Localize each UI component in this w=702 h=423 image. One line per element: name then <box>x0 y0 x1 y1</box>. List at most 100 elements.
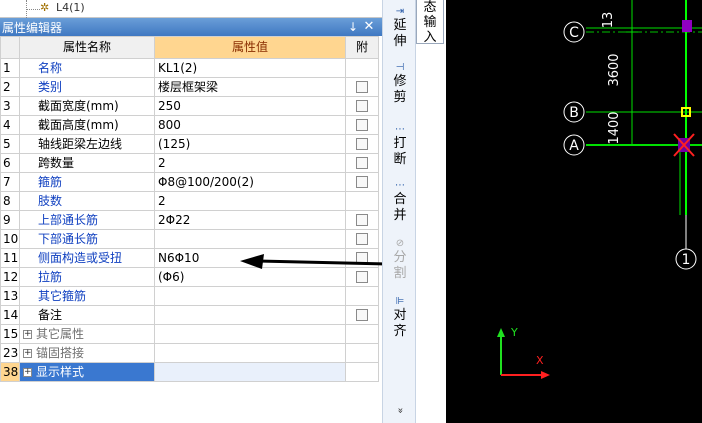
property-name[interactable]: 拉筋 <box>19 267 155 287</box>
row-number: 38 <box>0 362 20 382</box>
value-column-header[interactable]: 属性值 <box>154 36 346 59</box>
property-name-label: 备注 <box>38 307 63 322</box>
property-name[interactable]: 肢数 <box>19 191 155 211</box>
property-name[interactable]: 上部通长筋 <box>19 210 155 230</box>
row-number: 23 <box>0 343 20 363</box>
trim-button[interactable]: ⊣ 修剪 <box>385 62 415 106</box>
split-button[interactable]: ⊘ 分割 <box>385 238 415 282</box>
row-number: 7 <box>0 172 20 192</box>
property-value[interactable]: (125) <box>154 134 346 154</box>
property-value[interactable] <box>154 305 346 325</box>
property-row[interactable]: 10 下部通长筋 <box>0 229 379 249</box>
align-label: 对齐 <box>385 308 415 340</box>
attach-checkbox[interactable] <box>356 157 368 169</box>
state-tab-char-1: 态 <box>423 0 437 15</box>
name-column-header[interactable]: 属性名称 <box>19 36 155 59</box>
attach-checkbox[interactable] <box>356 138 368 150</box>
property-value[interactable]: KL1(2) <box>154 58 346 78</box>
property-row[interactable]: 14 备注 <box>0 305 379 325</box>
attach-cell <box>345 362 379 382</box>
property-value[interactable] <box>154 286 346 306</box>
attach-checkbox[interactable] <box>356 214 368 226</box>
property-value[interactable] <box>154 343 346 363</box>
property-name-label: 肢数 <box>38 193 63 208</box>
property-row[interactable]: 15 + 其它属性 <box>0 324 379 344</box>
property-row[interactable]: 3 截面宽度(mm) 250 <box>0 96 379 116</box>
property-name[interactable]: 跨数量 <box>19 153 155 173</box>
expand-icon[interactable]: + <box>23 367 32 377</box>
property-name[interactable]: 箍筋 <box>19 172 155 192</box>
property-row[interactable]: 38 + 显示样式 <box>0 362 379 382</box>
attach-cell <box>345 210 379 230</box>
row-number: 14 <box>0 305 20 325</box>
property-name[interactable]: + 显示样式 <box>19 362 155 382</box>
property-row[interactable]: 7 箍筋 Φ8@100/200(2) <box>0 172 379 192</box>
drawing-canvas[interactable]: C B A 1 13 3600 1400 Y X <box>446 0 702 423</box>
property-row[interactable]: 23 + 锚固搭接 <box>0 343 379 363</box>
property-value[interactable]: 250 <box>154 96 346 116</box>
property-row[interactable]: 9 上部通长筋 2Φ22 <box>0 210 379 230</box>
property-row[interactable]: 1 名称 KL1(2) <box>0 58 379 78</box>
property-row[interactable]: 6 跨数量 2 <box>0 153 379 173</box>
property-value[interactable] <box>154 229 346 249</box>
property-name-label: 下部通长筋 <box>38 231 99 246</box>
attach-checkbox[interactable] <box>356 81 368 93</box>
close-icon[interactable]: ✕ <box>362 18 376 36</box>
property-name-label: 上部通长筋 <box>38 212 99 227</box>
property-value[interactable]: Φ8@100/200(2) <box>154 172 346 192</box>
property-row[interactable]: 4 截面高度(mm) 800 <box>0 115 379 135</box>
attach-checkbox[interactable] <box>356 119 368 131</box>
expand-icon[interactable]: + <box>23 348 32 358</box>
property-name[interactable]: 类别 <box>19 77 155 97</box>
attach-checkbox[interactable] <box>356 176 368 188</box>
toolbar-more-icon[interactable]: » <box>395 394 406 423</box>
property-name[interactable]: 截面高度(mm) <box>19 115 155 135</box>
tree-item-label[interactable]: L4(1) <box>56 1 85 14</box>
extend-button[interactable]: ⇥ 延伸 <box>385 6 415 50</box>
axis-label-1: 1 <box>682 252 691 268</box>
break-button[interactable]: ⋯ 打断 <box>385 124 415 168</box>
align-button[interactable]: ⊫ 对齐 <box>385 296 415 340</box>
property-value[interactable]: 2 <box>154 153 346 173</box>
property-value[interactable] <box>154 324 346 344</box>
pin-icon[interactable]: ↓ <box>346 18 360 36</box>
attach-column-header[interactable]: 附 <box>345 36 379 59</box>
drawing-svg[interactable]: C B A 1 13 3600 1400 Y X <box>446 0 702 423</box>
row-number: 1 <box>0 58 20 78</box>
property-name[interactable]: 下部通长筋 <box>19 229 155 249</box>
property-row[interactable]: 8 肢数 2 <box>0 191 379 211</box>
panel-titlebar[interactable]: 属性编辑器 ↓ ✕ <box>0 18 382 36</box>
property-name[interactable]: 轴线距梁左边线 <box>19 134 155 154</box>
extend-label: 延伸 <box>385 18 415 50</box>
split-label-char-2: 割 <box>393 266 407 281</box>
property-value[interactable]: 2 <box>154 191 346 211</box>
property-name[interactable]: 备注 <box>19 305 155 325</box>
attach-cell <box>345 343 379 363</box>
merge-button[interactable]: ⋯ 合并 <box>385 180 415 224</box>
property-name[interactable]: + 其它属性 <box>19 324 155 344</box>
property-row[interactable]: 5 轴线距梁左边线 (125) <box>0 134 379 154</box>
attach-cell <box>345 153 379 173</box>
attach-checkbox[interactable] <box>356 233 368 245</box>
property-value[interactable] <box>154 362 346 382</box>
property-row[interactable]: 2 类别 楼层框架梁 <box>0 77 379 97</box>
property-value[interactable]: 楼层框架梁 <box>154 77 346 97</box>
merge-icon: ⋯ <box>395 180 405 191</box>
attach-checkbox[interactable] <box>356 100 368 112</box>
property-name[interactable]: 截面宽度(mm) <box>19 96 155 116</box>
row-number: 2 <box>0 77 20 97</box>
extend-icon: ⇥ <box>395 6 405 17</box>
attach-checkbox[interactable] <box>356 309 368 321</box>
expand-icon[interactable]: + <box>23 329 32 339</box>
property-name[interactable]: + 锚固搭接 <box>19 343 155 363</box>
input-state-tab[interactable]: 态 输 入 <box>416 0 444 45</box>
property-value[interactable]: 800 <box>154 115 346 135</box>
property-value[interactable]: 2Φ22 <box>154 210 346 230</box>
property-name[interactable]: 名称 <box>19 58 155 78</box>
break-label: 打断 <box>385 136 415 168</box>
property-name[interactable]: 侧面构造或受扭 <box>19 248 155 268</box>
side-pane-background <box>416 44 446 423</box>
property-row[interactable]: 13 其它箍筋 <box>0 286 379 306</box>
extend-label-char-2: 伸 <box>393 34 407 49</box>
property-name[interactable]: 其它箍筋 <box>19 286 155 306</box>
